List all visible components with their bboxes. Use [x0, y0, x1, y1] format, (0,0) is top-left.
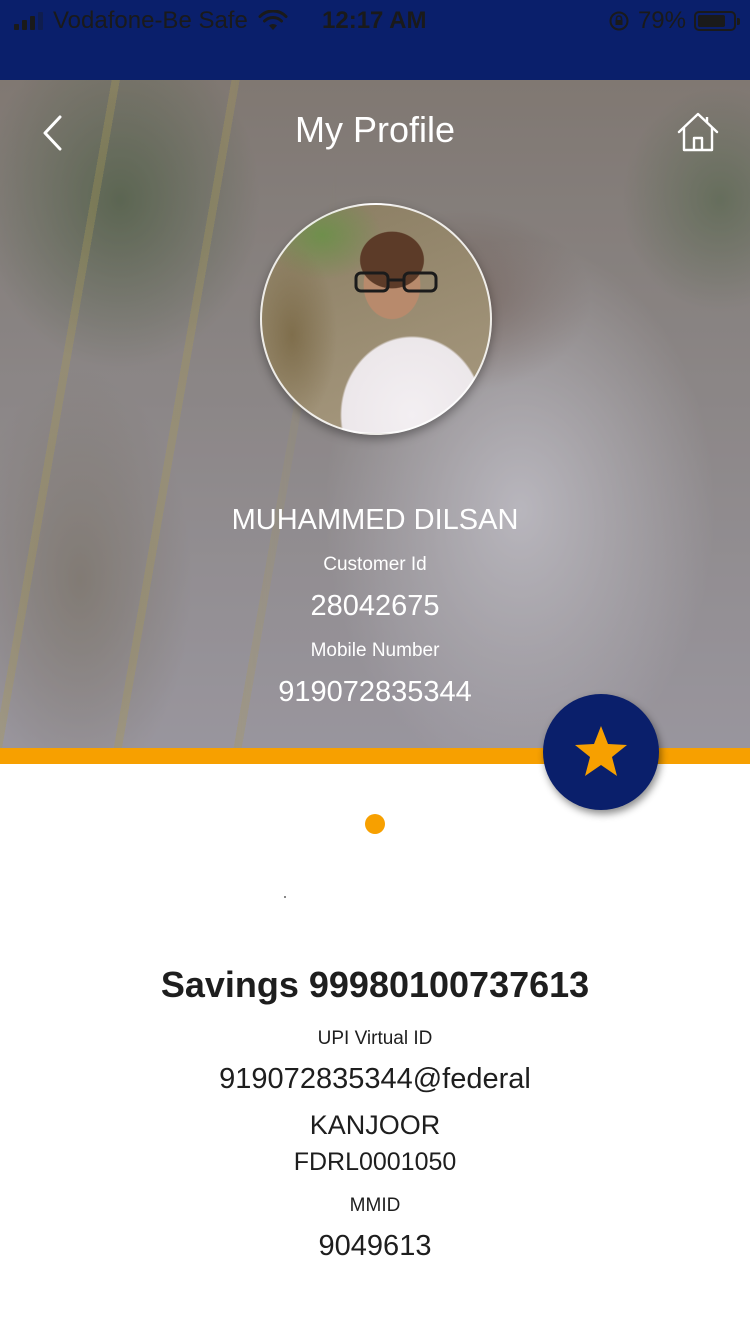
- mobile-number-label: Mobile Number: [310, 640, 440, 661]
- battery-icon: [694, 11, 740, 31]
- mmid-label: MMID: [349, 1195, 401, 1216]
- orientation-lock-icon: [609, 11, 629, 31]
- upi-label: UPI Virtual ID: [317, 1028, 433, 1049]
- home-button[interactable]: [674, 108, 722, 156]
- customer-id-value: 28042675: [310, 590, 440, 622]
- avatar-glasses: [354, 271, 438, 293]
- status-right-group: 79%: [608, 7, 740, 35]
- branch-name: KANJOOR: [309, 1110, 441, 1140]
- ifsc-code: FDRL0001050: [293, 1148, 457, 1176]
- carrier-group: Vodafone-Be Safe: [14, 7, 288, 35]
- page-title: My Profile: [294, 109, 456, 150]
- upi-id-value: 919072835344@federal: [219, 1063, 531, 1095]
- profile-avatar[interactable]: [260, 203, 492, 435]
- carrier-name: Vodafone-Be Safe: [53, 7, 248, 34]
- divider-dot: [284, 896, 286, 898]
- star-icon: [575, 726, 627, 776]
- mobile-number-value: 919072835344: [278, 676, 472, 708]
- battery-fill: [698, 15, 725, 27]
- home-icon: [677, 112, 719, 152]
- customer-name: MUHAMMED DILSAN: [231, 504, 519, 536]
- wifi-icon: [258, 10, 288, 30]
- status-time: 12:17 AM: [322, 7, 427, 34]
- signal-strength-icon: [14, 12, 43, 30]
- customer-id-label: Customer Id: [323, 554, 427, 575]
- mmid-value: 9049613: [318, 1230, 432, 1262]
- profile-header: My Profile MUHAMMED DILSAN Customer Id 2…: [0, 80, 750, 748]
- account-title: Savings 99980100737613: [160, 964, 590, 1005]
- favorite-button[interactable]: [543, 694, 659, 810]
- page-indicator-dot[interactable]: [365, 814, 385, 834]
- battery-percent: 79%: [637, 7, 686, 34]
- status-bar: Vodafone-Be Safe 12:17 AM 79%: [0, 0, 750, 80]
